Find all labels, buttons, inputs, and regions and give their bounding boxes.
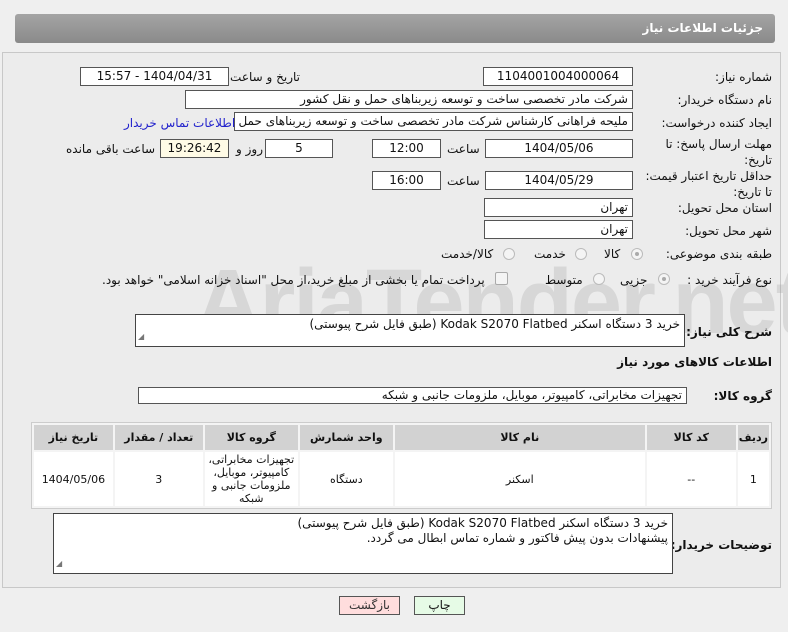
process-label: نوع فرآیند خرید : <box>687 273 772 287</box>
buyer-label: نام دستگاه خریدار: <box>677 93 773 107</box>
treasury-payment-note: پرداخت تمام یا بخشی از مبلغ خرید،از محل … <box>102 273 485 287</box>
remaining-label: ساعت باقی مانده <box>66 142 156 156</box>
process-medium-label: متوسط <box>545 273 583 287</box>
col-goods-name: نام کالا <box>394 425 645 450</box>
process-medium-radio[interactable] <box>593 273 605 285</box>
cell-goods-code: -- <box>646 452 736 506</box>
col-unit: واحد شمارش <box>299 425 393 450</box>
remaining-time-field: 19:26:42 <box>160 139 229 158</box>
category-goods-label: کالا <box>604 247 621 261</box>
cell-quantity: 3 <box>114 452 203 506</box>
col-need-date: تاریخ نیاز <box>34 425 113 450</box>
cell-unit: دستگاه <box>299 452 393 506</box>
col-goods-group: گروه کالا <box>204 425 298 450</box>
category-goods-radio[interactable] <box>631 248 643 260</box>
validity-date-field: 1404/05/29 <box>485 171 633 190</box>
page-header: جزئیات اطلاعات نیاز <box>15 14 775 43</box>
description-label: شرح کلی نیاز: <box>686 325 772 339</box>
table-header-row: ردیف کد کالا نام کالا واحد شمارش گروه کا… <box>34 425 769 450</box>
back-button[interactable]: بازگشت <box>339 596 400 615</box>
treasury-payment-checkbox[interactable] <box>495 272 508 285</box>
days-label: روز و <box>236 142 263 156</box>
validity-time-label: ساعت <box>447 174 480 188</box>
cell-row-number: 1 <box>737 452 769 506</box>
page-title: جزئیات اطلاعات نیاز <box>642 21 763 35</box>
need-number-label: شماره نیاز: <box>715 70 772 84</box>
deadline-time-field: 12:00 <box>372 139 441 158</box>
creator-field: ملیحه فراهانی کارشناس شرکت مادر تخصصی سا… <box>234 112 633 131</box>
cell-goods-name: اسکنر <box>394 452 645 506</box>
description-text: خرید 3 دستگاه اسکنر Kodak S2070 Flatbed … <box>309 317 680 331</box>
print-button[interactable]: چاپ <box>414 596 465 615</box>
province-label: استان محل تحویل: <box>677 201 772 215</box>
description-textarea[interactable]: خرید 3 دستگاه اسکنر Kodak S2070 Flatbed … <box>135 314 685 347</box>
city-label: شهر محل تحویل: <box>685 224 772 238</box>
deadline-label: مهلت ارسال پاسخ: تا تاریخ: <box>665 137 772 167</box>
col-goods-code: کد کالا <box>646 425 736 450</box>
goods-table: ردیف کد کالا نام کالا واحد شمارش گروه کا… <box>31 422 772 509</box>
buyer-contact-link[interactable]: اطلاعات تماس خریدار <box>124 116 235 130</box>
goods-group-label: گروه کالا: <box>713 389 772 403</box>
province-field: تهران <box>484 198 633 217</box>
resize-grip-icon[interactable]: ◢ <box>56 556 62 571</box>
col-row-number: ردیف <box>737 425 769 450</box>
need-number-field: 1104001004000064 <box>483 67 633 86</box>
deadline-date-field: 1404/05/06 <box>485 139 633 158</box>
table-row: 1 -- اسکنر دستگاه تجهیزات مخابراتی، کامپ… <box>34 452 769 506</box>
buyer-notes-line1: خرید 3 دستگاه اسکنر Kodak S2070 Flatbed … <box>297 516 668 530</box>
buyer-field: شرکت مادر تخصصی ساخت و توسعه زیربناهای ح… <box>185 90 633 109</box>
resize-grip-icon[interactable]: ◢ <box>138 329 144 344</box>
deadline-time-label: ساعت <box>447 142 480 156</box>
announce-field: 1404/04/31 - 15:57 <box>80 67 229 86</box>
days-field: 5 <box>265 139 333 158</box>
process-partial-radio[interactable] <box>658 273 670 285</box>
col-quantity: تعداد / مقدار <box>114 425 203 450</box>
buyer-notes-label: توضیحات خریدار: <box>670 538 772 552</box>
goods-group-field: تجهیزات مخابراتی، کامپیوتر، موبایل، ملزو… <box>138 387 687 404</box>
cell-goods-group: تجهیزات مخابراتی، کامپیوتر، موبایل، ملزو… <box>204 452 298 506</box>
validity-label: حداقل تاریخ اعتبار قیمت: تا تاریخ: <box>645 169 772 199</box>
category-service-radio[interactable] <box>575 248 587 260</box>
creator-label: ایجاد کننده درخواست: <box>661 116 772 130</box>
buyer-notes-line2: پیشنهادات بدون پیش فاکتور و شماره تماس ا… <box>366 531 668 545</box>
category-service-label: خدمت <box>534 247 566 261</box>
cell-need-date: 1404/05/06 <box>34 452 113 506</box>
process-partial-label: جزیی <box>620 273 648 287</box>
city-field: تهران <box>484 220 633 239</box>
buyer-notes-textarea[interactable]: خرید 3 دستگاه اسکنر Kodak S2070 Flatbed … <box>53 513 673 574</box>
category-label: طبقه بندی موضوعی: <box>665 247 772 261</box>
category-both-radio[interactable] <box>503 248 515 260</box>
validity-time-field: 16:00 <box>372 171 441 190</box>
category-both-label: کالا/خدمت <box>441 247 494 261</box>
goods-info-title: اطلاعات کالاهای مورد نیاز <box>617 355 772 369</box>
